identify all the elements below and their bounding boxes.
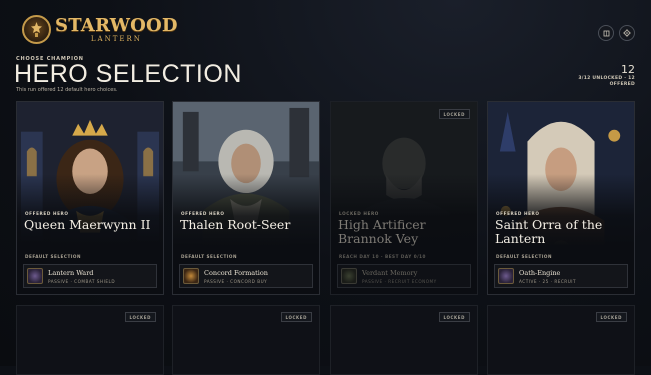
hero-unlock-requirement: REACH DAY 10 · BEST DAY 0/10 [339,254,426,259]
ability-meta: ACTIVE · 25 · RECRUIT [519,279,577,284]
hero-card-locked[interactable]: LOCKED [172,305,320,375]
ability-panel: Lantern Ward PASSIVE · COMBAT SHIELD [23,264,157,288]
ability-panel: Verdant Memory PASSIVE · RECRUIT ECONOMY [337,264,471,288]
hero-card[interactable]: OFFERED HERO Queen Maerwynn II DEFAULT S… [16,101,164,295]
hero-card[interactable]: OFFERED HERO Thalen Root-Seer DEFAULT SE… [172,101,320,295]
lantern-emblem-icon [22,15,51,44]
hero-card-locked[interactable]: LOCKED [487,305,635,375]
hero-card-locked[interactable]: LOCKED LOCKED HERO High Artificer Branno… [330,101,478,295]
locked-badge: LOCKED [438,109,470,119]
ability-panel: Concord Formation PASSIVE · CONCORD BUY [179,264,313,288]
hero-status: OFFERED HERO [496,211,540,216]
hero-card-locked[interactable]: LOCKED [330,305,478,375]
ability-icon [27,268,43,284]
hero-card-locked[interactable]: LOCKED [16,305,164,375]
ability-meta: PASSIVE · COMBAT SHIELD [48,279,116,284]
ability-icon [341,268,357,284]
locked-badge: LOCKED [438,312,470,322]
hero-meta: DEFAULT SELECTION [181,254,237,259]
hero-meta: DEFAULT SELECTION [25,254,81,259]
page-title: HERO SELECTION [14,60,242,88]
hero-card[interactable]: OFFERED HERO Saint Orra of the Lantern D… [487,101,635,295]
hero-count: 12 [621,63,635,76]
game-logo: STARWOOD LANTERN [22,15,178,44]
locked-badge: LOCKED [595,312,627,322]
hero-meta: DEFAULT SELECTION [496,254,552,259]
book-icon[interactable] [598,25,614,41]
locked-badge: LOCKED [280,312,312,322]
logo-title: STARWOOD [55,14,178,36]
ability-meta: PASSIVE · RECRUIT ECONOMY [362,279,437,284]
gear-icon[interactable] [619,25,635,41]
hero-name: High Artificer Brannok Vey [338,217,426,246]
ability-panel: Oath-Engine ACTIVE · 25 · RECRUIT [494,264,628,288]
hero-status: LOCKED HERO [339,211,379,216]
unlocked-summary: 3/12 UNLOCKED · 12 OFFERED [578,76,635,87]
page-subtitle: This run offered 12 default hero choices… [16,87,118,93]
locked-badge: LOCKED [124,312,156,322]
hero-name: Thalen Root-Seer [180,217,291,232]
hero-counter: 12 3/12 UNLOCKED · 12 OFFERED [573,64,635,88]
hero-name: Queen Maerwynn II [24,217,151,232]
ability-icon [183,268,199,284]
ability-name: Lantern Ward [48,269,94,277]
hero-name: Saint Orra of the Lantern [495,217,603,246]
ability-name: Oath-Engine [519,269,561,277]
ability-meta: PASSIVE · CONCORD BUY [204,279,268,284]
ability-icon [498,268,514,284]
ability-name: Verdant Memory [362,269,418,277]
hero-status: OFFERED HERO [181,211,225,216]
ability-name: Concord Formation [204,269,268,277]
logo-subtitle: LANTERN [90,34,142,43]
hero-status: OFFERED HERO [25,211,69,216]
